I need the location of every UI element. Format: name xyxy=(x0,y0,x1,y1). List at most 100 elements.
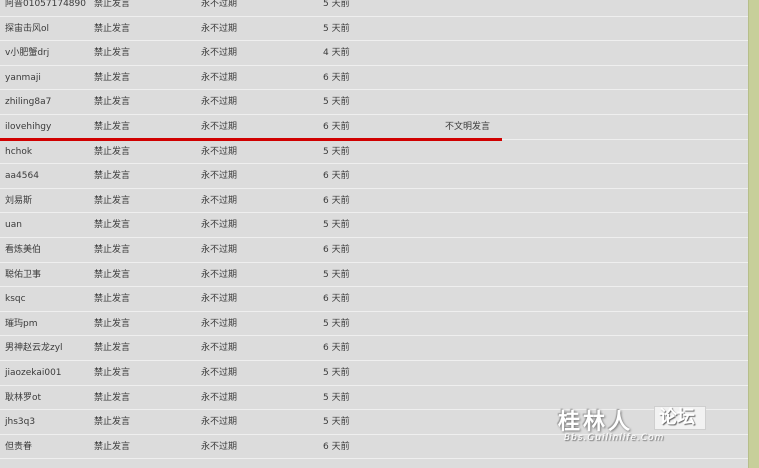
expiry-cell: 永不过期 xyxy=(201,417,238,428)
expiry-cell: 永不过期 xyxy=(201,392,238,403)
action-cell: 禁止发言 xyxy=(94,343,131,354)
forum-watermark: 桂林人 论坛 Bbs.Guilinlife.Com xyxy=(558,404,718,450)
time-cell: 6 天前 xyxy=(323,244,350,255)
action-cell: 禁止发言 xyxy=(94,318,131,329)
username-cell[interactable]: 但贵眷 xyxy=(5,435,32,459)
action-cell: 禁止发言 xyxy=(94,0,131,9)
action-cell: 禁止发言 xyxy=(94,294,131,305)
table-row: ilovehihgy 禁止发言 永不过期 6 天前 不文明发言 xyxy=(0,115,748,141)
expiry-cell: 永不过期 xyxy=(201,23,238,34)
watermark-url: Bbs.Guilinlife.Com xyxy=(564,433,665,443)
time-cell: 6 天前 xyxy=(323,343,350,354)
time-cell: 5 天前 xyxy=(323,367,350,378)
action-cell: 禁止发言 xyxy=(94,269,131,280)
table-row: 璀玙pm 禁止发言 永不过期 5 天前 xyxy=(0,312,748,337)
table-row: 刘易斯 禁止发言 永不过期 6 天前 xyxy=(0,189,748,214)
username-cell[interactable]: uan xyxy=(5,213,22,237)
username-cell[interactable]: 耿林罗ot xyxy=(5,386,41,410)
action-cell: 禁止发言 xyxy=(94,220,131,231)
action-cell: 禁止发言 xyxy=(94,171,131,182)
username-cell[interactable]: ksqc xyxy=(5,287,26,311)
banned-users-table: 阿普01057174890 禁止发言 永不过期 5 天前 探宙击风ol 禁止发言 永不过期 5… xyxy=(0,0,748,460)
table-row: jiaozekai001 禁止发言 永不过期 5 天前 xyxy=(0,361,748,386)
watermark-forum-box: 论坛 xyxy=(654,406,706,430)
table-row: v小肥蟹drj 禁止发言 永不过期 4 天前 xyxy=(0,41,748,66)
time-cell: 5 天前 xyxy=(323,417,350,428)
time-cell: 5 天前 xyxy=(323,220,350,231)
username-cell[interactable]: 探宙击风ol xyxy=(5,17,49,41)
username-cell[interactable]: jhs3q3 xyxy=(5,410,35,434)
table-row: ksqc 禁止发言 永不过期 6 天前 xyxy=(0,287,748,312)
watermark-forum-label: 论坛 xyxy=(659,407,695,428)
expiry-cell: 永不过期 xyxy=(201,48,238,59)
expiry-cell: 永不过期 xyxy=(201,269,238,280)
table-row: zhiling8a7 禁止发言 永不过期 5 天前 xyxy=(0,90,748,115)
expiry-cell: 永不过期 xyxy=(201,294,238,305)
expiry-cell: 永不过期 xyxy=(201,441,238,452)
time-cell: 6 天前 xyxy=(323,441,350,452)
username-cell[interactable]: aa4564 xyxy=(5,164,39,188)
time-cell: 6 天前 xyxy=(323,171,350,182)
time-cell: 5 天前 xyxy=(323,23,350,34)
username-cell[interactable]: v小肥蟹drj xyxy=(5,41,49,65)
time-cell: 5 天前 xyxy=(323,0,350,9)
username-cell[interactable]: 看炼美伯 xyxy=(5,238,41,262)
username-cell[interactable]: 男神赵云龙zyl xyxy=(5,336,63,360)
action-cell: 禁止发言 xyxy=(94,441,131,452)
username-cell[interactable]: 聪佑卫事 xyxy=(5,263,41,287)
username-cell[interactable]: ilovehihgy xyxy=(5,115,51,139)
expiry-cell: 永不过期 xyxy=(201,171,238,182)
table-row: yanmaji 禁止发言 永不过期 6 天前 xyxy=(0,66,748,91)
username-cell[interactable]: 璀玙pm xyxy=(5,312,37,336)
action-cell: 禁止发言 xyxy=(94,392,131,403)
action-cell: 禁止发言 xyxy=(94,367,131,378)
reason-cell: 不文明发言 xyxy=(445,121,491,132)
username-cell[interactable]: 阿普01057174890 xyxy=(5,0,86,16)
table-row: 阿普01057174890 禁止发言 永不过期 5 天前 xyxy=(0,0,748,17)
time-cell: 5 天前 xyxy=(323,392,350,403)
time-cell: 6 天前 xyxy=(323,195,350,206)
table-row: 男神赵云龙zyl 禁止发言 永不过期 6 天前 xyxy=(0,336,748,361)
action-cell: 禁止发言 xyxy=(94,244,131,255)
action-cell: 禁止发言 xyxy=(94,146,131,157)
table-row: 看炼美伯 禁止发言 永不过期 6 天前 xyxy=(0,238,748,263)
action-cell: 禁止发言 xyxy=(94,121,131,132)
time-cell: 6 天前 xyxy=(323,121,350,132)
table-row: aa4564 禁止发言 永不过期 6 天前 xyxy=(0,164,748,189)
expiry-cell: 永不过期 xyxy=(201,244,238,255)
expiry-cell: 永不过期 xyxy=(201,343,238,354)
time-cell: 5 天前 xyxy=(323,146,350,157)
action-cell: 禁止发言 xyxy=(94,417,131,428)
table-row: 聪佑卫事 禁止发言 永不过期 5 天前 xyxy=(0,263,748,288)
action-cell: 禁止发言 xyxy=(94,195,131,206)
table-row: uan 禁止发言 永不过期 5 天前 xyxy=(0,213,748,238)
username-cell[interactable]: zhiling8a7 xyxy=(5,90,51,114)
expiry-cell: 永不过期 xyxy=(201,0,238,9)
expiry-cell: 永不过期 xyxy=(201,195,238,206)
expiry-cell: 永不过期 xyxy=(201,318,238,329)
right-scroll-edge xyxy=(748,0,759,468)
expiry-cell: 永不过期 xyxy=(201,146,238,157)
expiry-cell: 永不过期 xyxy=(201,220,238,231)
watermark-brand: 桂林人 xyxy=(558,410,634,435)
username-cell[interactable]: 刘易斯 xyxy=(5,189,32,213)
username-cell[interactable]: jiaozekai001 xyxy=(5,361,62,385)
time-cell: 5 天前 xyxy=(323,97,350,108)
expiry-cell: 永不过期 xyxy=(201,367,238,378)
time-cell: 4 天前 xyxy=(323,48,350,59)
action-cell: 禁止发言 xyxy=(94,23,131,34)
time-cell: 6 天前 xyxy=(323,72,350,83)
expiry-cell: 永不过期 xyxy=(201,121,238,132)
time-cell: 6 天前 xyxy=(323,294,350,305)
expiry-cell: 永不过期 xyxy=(201,97,238,108)
expiry-cell: 永不过期 xyxy=(201,72,238,83)
time-cell: 5 天前 xyxy=(323,269,350,280)
table-row: 探宙击风ol 禁止发言 永不过期 5 天前 xyxy=(0,17,748,42)
action-cell: 禁止发言 xyxy=(94,72,131,83)
table-row: hchok 禁止发言 永不过期 5 天前 xyxy=(0,140,748,165)
username-cell[interactable]: yanmaji xyxy=(5,66,41,90)
action-cell: 禁止发言 xyxy=(94,97,131,108)
action-cell: 禁止发言 xyxy=(94,48,131,59)
username-cell[interactable]: hchok xyxy=(5,140,32,164)
time-cell: 5 天前 xyxy=(323,318,350,329)
